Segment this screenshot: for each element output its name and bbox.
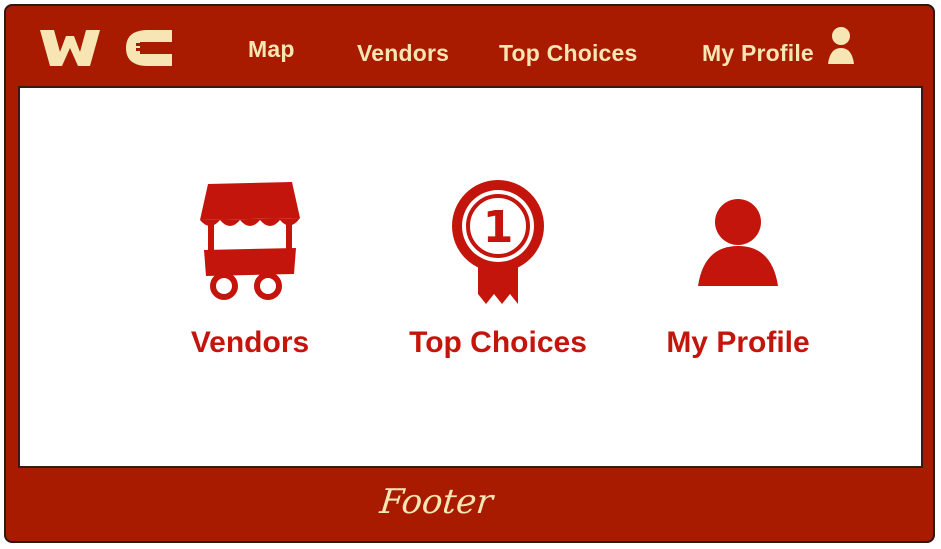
tile-top-choices-label: Top Choices xyxy=(409,326,587,359)
user-icon xyxy=(698,199,778,286)
app-frame: WC Map Vendors Top Choices My Profile xyxy=(4,4,935,543)
tile-my-profile[interactable]: My Profile xyxy=(628,178,848,378)
nav-top-choices[interactable]: Top Choices xyxy=(499,40,638,67)
footer-bar: Footer xyxy=(6,468,933,541)
tile-vendors-label: Vendors xyxy=(190,326,310,359)
tile-my-profile-label: My Profile xyxy=(666,326,810,359)
tile-top-choices[interactable]: 1 Top Choices xyxy=(388,178,608,378)
tile-vendors[interactable]: Vendors xyxy=(140,178,360,378)
header-bar: WC Map Vendors Top Choices My Profile xyxy=(6,6,933,86)
nav-vendors[interactable]: Vendors xyxy=(357,40,449,67)
nav-map[interactable]: Map xyxy=(248,36,295,63)
vendor-cart-icon xyxy=(200,182,300,300)
footer-text: Footer xyxy=(377,482,495,522)
main-content: Vendors 1 Top Choices My Profile xyxy=(18,86,923,468)
award-number: 1 xyxy=(483,202,514,253)
wc-logo[interactable]: WC xyxy=(36,22,176,70)
award-ribbon-icon: 1 xyxy=(452,180,544,304)
user-icon[interactable] xyxy=(826,24,856,66)
nav-my-profile[interactable]: My Profile xyxy=(702,40,814,67)
